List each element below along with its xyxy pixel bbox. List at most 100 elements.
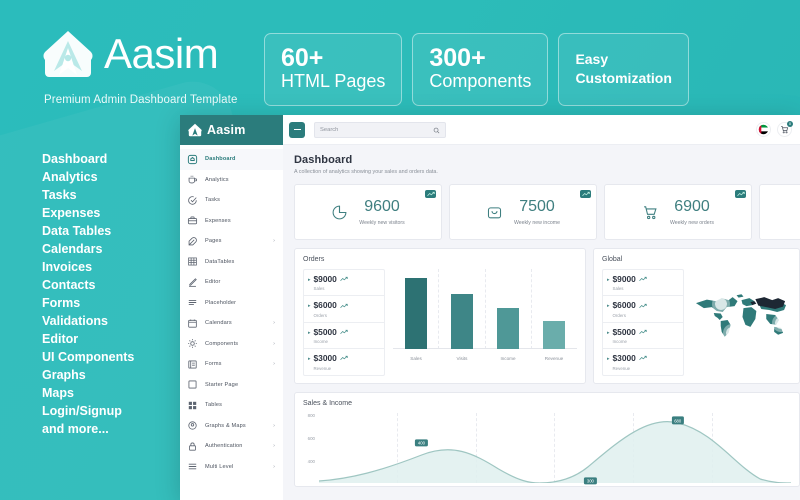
orders-bar-chart: Sales Visits Income Revenue xyxy=(393,269,577,361)
bar-visits xyxy=(451,294,473,349)
kpi-row[interactable]: ▸ $9000 Sales xyxy=(603,270,683,296)
area-series-sales xyxy=(319,413,791,483)
stat-card-messages[interactable]: 3 Weekly xyxy=(759,184,800,240)
stat-card-income[interactable]: 7500 Weekly new income xyxy=(449,184,597,240)
sidebar-item-calendars[interactable]: Calendars › xyxy=(180,313,283,334)
sidebar-item-label: Calendars xyxy=(205,320,232,326)
uae-flag-icon[interactable] xyxy=(756,122,771,137)
bullet-icon: ▸ xyxy=(607,354,610,364)
badge-easy-customization: Easy Customization xyxy=(558,33,688,106)
pie-chart-icon xyxy=(331,204,348,221)
sidebar-item-multi-level[interactable]: Multi Level › xyxy=(180,457,283,478)
world-map-svg xyxy=(692,273,791,357)
kpi-label: Revenue xyxy=(314,366,348,371)
feature-item: Graphs xyxy=(42,366,134,384)
bar-label: Income xyxy=(485,356,531,361)
stat-card-visitors[interactable]: 9600 Weekly new visitors xyxy=(294,184,442,240)
sidebar-item-label: Forms xyxy=(205,361,222,367)
sidebar-item-pages[interactable]: Pages › xyxy=(180,231,283,252)
bullet-icon: ▸ xyxy=(308,354,311,364)
feature-item: Editor xyxy=(42,330,134,348)
stat-value: 9600 xyxy=(364,198,400,215)
coffee-icon xyxy=(187,174,198,185)
trend-up-icon xyxy=(340,355,348,361)
kpi-label: Orders xyxy=(314,313,348,318)
stat-caption: Weekly new visitors xyxy=(359,220,404,226)
kpi-row[interactable]: ▸ $5000 Income xyxy=(304,323,384,349)
data-point-label: 400 xyxy=(415,439,427,446)
bar-label: Revenue xyxy=(531,356,577,361)
stat-card-row: 9600 Weekly new visitors 7500 Weekly new… xyxy=(294,184,800,240)
sidebar-item-label: Graphs & Maps xyxy=(205,423,246,429)
kpi-label: Orders xyxy=(613,313,647,318)
y-tick: 600 xyxy=(308,436,315,441)
search-icon xyxy=(433,121,440,139)
kpi-amount: $3000 xyxy=(314,354,348,362)
map-marker xyxy=(715,298,727,310)
stat-value: 6900 xyxy=(674,198,710,215)
sales-income-panel: Sales & Income 800 600 400 xyxy=(294,392,800,487)
kpi-label: Sales xyxy=(613,286,647,291)
feature-item: Contacts xyxy=(42,276,134,294)
sidebar-item-tasks[interactable]: Tasks xyxy=(180,190,283,211)
kpi-row[interactable]: ▸ $5000 Income xyxy=(603,323,683,349)
sidebar-item-label: Starter Page xyxy=(205,382,238,388)
kpi-amount: $5000 xyxy=(314,328,348,336)
badge-html-pages-label: HTML Pages xyxy=(281,71,385,93)
chevron-right-icon: › xyxy=(273,464,275,470)
sidebar-logo[interactable]: Aasim xyxy=(180,115,283,145)
orders-panel: Orders ▸ $9000 Sales xyxy=(294,248,586,384)
sidebar-item-placeholder[interactable]: Placeholder xyxy=(180,293,283,314)
sidebar-item-graphs-maps[interactable]: Graphs & Maps › xyxy=(180,416,283,437)
app-main: Search xyxy=(283,115,800,500)
world-map xyxy=(692,269,791,361)
badge-components: 300+ Components xyxy=(412,33,548,106)
y-axis: 800 600 400 xyxy=(303,413,317,483)
cart-icon[interactable]: 0 xyxy=(777,122,792,137)
sidebar-item-label: Dashboard xyxy=(205,156,236,162)
search-input[interactable]: Search xyxy=(314,122,446,138)
pencil-icon xyxy=(187,277,198,288)
promo-brand-name: Aasim xyxy=(104,33,218,75)
kpi-row[interactable]: ▸ $3000 Revenue xyxy=(304,349,384,374)
promo-badges: 60+ HTML Pages 300+ Components Easy Cust… xyxy=(264,33,689,106)
sidebar-item-analytics[interactable]: Analytics xyxy=(180,170,283,191)
sidebar-item-forms[interactable]: Forms › xyxy=(180,354,283,375)
hamburger-icon[interactable] xyxy=(289,122,305,138)
sidebar-item-expenses[interactable]: Expenses xyxy=(180,211,283,232)
bullet-icon: ▸ xyxy=(308,275,311,285)
trend-up-icon xyxy=(340,276,348,282)
kpi-row[interactable]: ▸ $3000 Revenue xyxy=(603,349,683,374)
kpi-label: Income xyxy=(314,339,348,344)
sidebar-item-datatables[interactable]: DataTables xyxy=(180,252,283,273)
table-icon xyxy=(187,400,198,411)
app-sidebar: Aasim Dashboard Analytics Tasks Expenses xyxy=(180,115,283,500)
stat-caption: Weekly new income xyxy=(514,220,560,226)
badge-html-pages-count: 60+ xyxy=(281,45,385,71)
trend-up-icon xyxy=(735,190,746,198)
aasim-arrow-logo-icon xyxy=(188,123,202,137)
kpi-row[interactable]: ▸ $6000 Orders xyxy=(603,296,683,322)
search-placeholder: Search xyxy=(320,127,338,133)
bullet-icon: ▸ xyxy=(607,301,610,311)
feather-icon xyxy=(187,236,198,247)
home-icon xyxy=(187,154,198,165)
sidebar-item-label: DataTables xyxy=(205,259,235,265)
sidebar-item-starter-page[interactable]: Starter Page xyxy=(180,375,283,396)
map-marker xyxy=(726,327,738,339)
sidebar-item-tables[interactable]: Tables xyxy=(180,395,283,416)
feature-item: Validations xyxy=(42,312,134,330)
badge-easy-line2: Customization xyxy=(575,69,671,88)
bullet-icon: ▸ xyxy=(607,328,610,338)
chevron-right-icon: › xyxy=(273,341,275,347)
feature-item: Login/Signup xyxy=(42,402,134,420)
sidebar-item-authentication[interactable]: Authentication › xyxy=(180,436,283,457)
kpi-row[interactable]: ▸ $6000 Orders xyxy=(304,296,384,322)
kpi-amount: $5000 xyxy=(613,328,647,336)
kpi-row[interactable]: ▸ $9000 Sales xyxy=(304,270,384,296)
sidebar-item-editor[interactable]: Editor xyxy=(180,272,283,293)
sidebar-item-components[interactable]: Components › xyxy=(180,334,283,355)
stat-card-orders[interactable]: 6900 Weekly new orders xyxy=(604,184,752,240)
global-panel: Global ▸ $9000 Sales xyxy=(593,248,800,384)
sidebar-item-dashboard[interactable]: Dashboard xyxy=(180,149,283,170)
